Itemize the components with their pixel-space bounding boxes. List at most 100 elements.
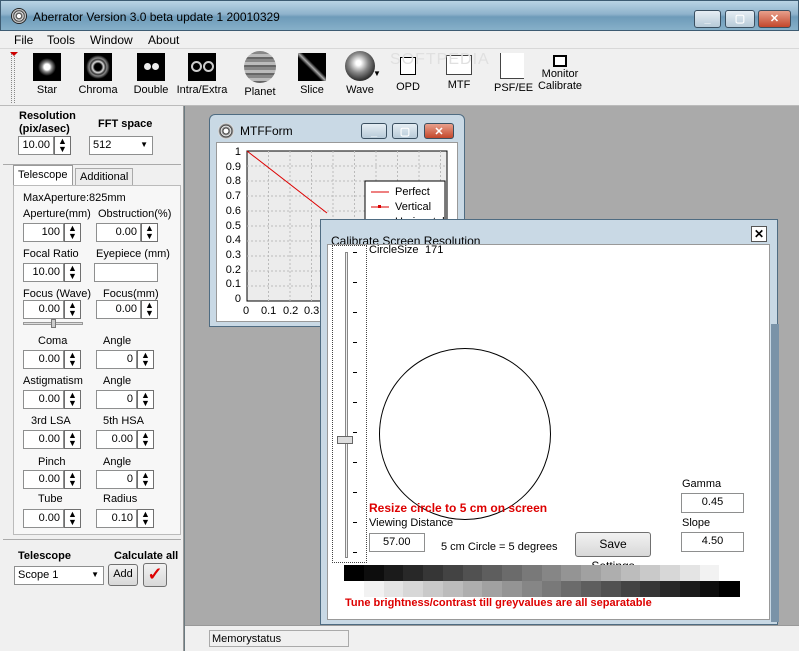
slope-input[interactable]: 4.50	[681, 532, 744, 552]
focus-wave-label: Focus (Wave)	[23, 288, 92, 300]
focal-ratio-spinner[interactable]: ▲ ▼	[64, 263, 81, 282]
focal-ratio-input[interactable]: 10.00	[23, 263, 64, 282]
toolbar: Star Chroma Double Intra/Extra Planet Sl…	[0, 49, 799, 106]
tab-additional[interactable]: Additional	[75, 168, 133, 185]
aperture-spinner[interactable]: ▲ ▼	[64, 223, 81, 242]
resolution-spinner[interactable]: ▲ ▼	[54, 136, 71, 155]
close-button[interactable]: ✕	[758, 10, 791, 28]
y-tick-label: 0.2	[225, 263, 241, 276]
app-icon[interactable]	[11, 8, 27, 24]
focus-slider-thumb[interactable]	[51, 319, 56, 328]
pinch-spinner[interactable]: ▲ ▼	[64, 470, 81, 489]
title-bar[interactable]: Aberrator Version 3.0 beta update 1 2001…	[0, 0, 799, 31]
viewing-distance-input[interactable]: 57.00	[369, 533, 425, 552]
circle-size-slider[interactable]	[332, 245, 367, 563]
gamma-input[interactable]: 0.45	[681, 493, 744, 513]
grey-patch	[581, 565, 602, 581]
gamma-label: Gamma	[682, 478, 722, 490]
add-scope-button[interactable]: Add	[108, 564, 138, 586]
focus-mm-label: Focus(mm)	[103, 288, 159, 300]
hsa-input[interactable]: 0.00	[96, 430, 137, 449]
radius-input[interactable]: 0.10	[96, 509, 137, 528]
astigmatism-spinner[interactable]: ▲ ▼	[64, 390, 81, 409]
menu-file[interactable]: File	[14, 33, 33, 47]
grey-patch	[719, 581, 740, 597]
monitor-calibrate-button[interactable]: Monitor Calibrate	[536, 53, 584, 92]
coma-spinner[interactable]: ▲ ▼	[64, 350, 81, 369]
grey-patch	[600, 581, 621, 597]
tube-input[interactable]: 0.00	[23, 509, 64, 528]
hsa-spinner[interactable]: ▲ ▼	[137, 430, 154, 449]
astigmatism-angle-input[interactable]: 0	[96, 390, 137, 409]
grey-patch	[521, 581, 542, 597]
mtf-maximize-button[interactable]: ▢	[392, 123, 418, 139]
astigmatism-angle-spinner[interactable]: ▲ ▼	[137, 390, 154, 409]
grey-patch	[561, 581, 582, 597]
star-button[interactable]: Star	[30, 53, 64, 96]
coma-input[interactable]: 0.00	[23, 350, 64, 369]
calibrate-window[interactable]: Calibrate Screen Resolution ✕ CircleSize…	[320, 219, 779, 625]
lsa-spinner[interactable]: ▲ ▼	[64, 430, 81, 449]
tube-spinner[interactable]: ▲ ▼	[64, 509, 81, 528]
chroma-button[interactable]: Chroma	[78, 53, 118, 96]
planet-icon	[244, 51, 276, 83]
settings-panel: Resolution (pix/asec) FFT space 10.00 ▲ ▼…	[0, 106, 184, 651]
focus-wave-spinner[interactable]: ▲ ▼	[64, 300, 81, 319]
focus-wave-input[interactable]: 0.00	[23, 300, 64, 319]
tab-telescope[interactable]: Telescope	[13, 165, 73, 185]
save-settings-button[interactable]: Save Settings	[575, 532, 651, 573]
lsa-input[interactable]: 0.00	[23, 430, 64, 449]
resolution-input[interactable]: 10.00	[18, 136, 54, 155]
coma-angle-spinner[interactable]: ▲ ▼	[137, 350, 154, 369]
grey-patch	[363, 581, 384, 597]
coma-label: Coma	[38, 335, 68, 347]
eyepiece-input[interactable]	[94, 263, 158, 282]
menu-window[interactable]: Window	[90, 33, 133, 47]
menu-tools[interactable]: Tools	[47, 33, 75, 47]
focus-mm-spinner[interactable]: ▲ ▼	[141, 300, 158, 319]
mtf-minimize-button[interactable]: _	[361, 123, 387, 139]
grey-patch	[521, 565, 542, 581]
double-button[interactable]: Double	[132, 53, 170, 96]
calibrate-close-button[interactable]: ✕	[751, 226, 767, 242]
slice-button[interactable]: Slice	[296, 53, 328, 96]
obstruction-spinner[interactable]: ▲ ▼	[141, 223, 158, 242]
pinch-input[interactable]: 0.00	[23, 470, 64, 489]
grey-patch	[660, 581, 681, 597]
legend-perfect: Perfect	[395, 186, 430, 198]
grey-patch	[660, 565, 681, 581]
psf-ee-button[interactable]: PSF/EE	[494, 53, 533, 94]
mtf-close-button[interactable]: ✕	[424, 123, 454, 139]
radius-spinner[interactable]: ▲ ▼	[137, 509, 154, 528]
circle-size-label: CircleSize	[369, 244, 419, 256]
grey-patch	[403, 581, 424, 597]
coma-angle-input[interactable]: 0	[96, 350, 137, 369]
slider-track	[345, 252, 348, 558]
calculate-all-button[interactable]: ✓	[143, 563, 167, 587]
astigmatism-input[interactable]: 0.00	[23, 390, 64, 409]
obstruction-input[interactable]: 0.00	[96, 223, 141, 242]
y-tick-label: 0.1	[225, 278, 241, 291]
intra-extra-button[interactable]: Intra/Extra	[176, 53, 228, 96]
maximize-button[interactable]: ▢	[725, 10, 755, 28]
grey-patch	[482, 581, 503, 597]
wave-icon	[345, 51, 375, 81]
planet-button[interactable]: Planet	[242, 51, 278, 98]
mtf-window-title: MTFForm	[240, 124, 293, 138]
grey-patch	[363, 565, 384, 581]
pinch-label: Pinch	[38, 456, 66, 468]
pinch-angle-spinner[interactable]: ▲ ▼	[137, 470, 154, 489]
menu-about[interactable]: About	[148, 33, 179, 47]
slider-thumb[interactable]	[337, 436, 353, 444]
x-tick-label: 0.1	[261, 305, 277, 317]
pinch-angle-input[interactable]: 0	[96, 470, 137, 489]
aperture-input[interactable]: 100	[23, 223, 64, 242]
scope-select[interactable]: Scope 1 ▼	[14, 566, 104, 585]
status-bar: Memorystatus	[185, 625, 799, 651]
toolbar-grip[interactable]	[11, 53, 15, 103]
wave-dropdown-icon[interactable]: ▼	[373, 69, 381, 78]
minimize-button[interactable]: _	[694, 10, 721, 28]
fft-select[interactable]: 512 ▼	[89, 136, 153, 155]
focus-mm-input[interactable]: 0.00	[96, 300, 141, 319]
star-icon	[33, 53, 61, 81]
